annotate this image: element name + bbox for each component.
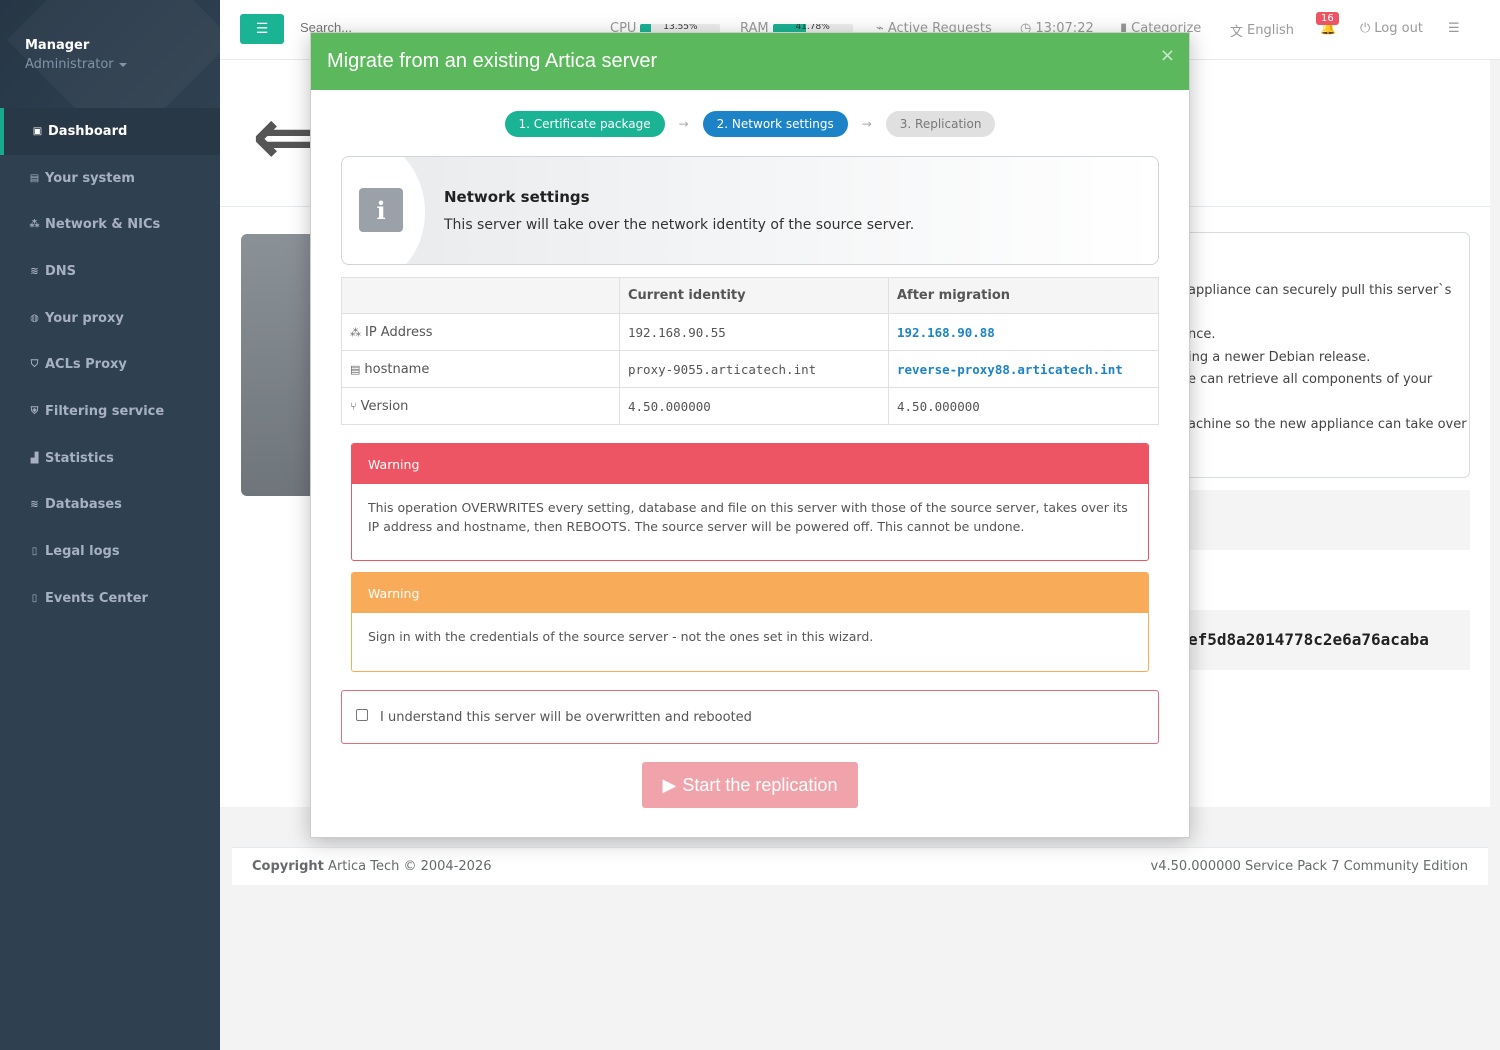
danger-warning: Warning This operation OVERWRITES every … xyxy=(351,443,1149,561)
step-network-settings[interactable]: 2. Network settings xyxy=(702,111,848,137)
profile-block: Manager Administrator xyxy=(0,0,220,108)
caret-down-icon xyxy=(118,62,127,67)
after-value: reverse-proxy88.articatech.int xyxy=(888,350,1159,388)
globe-icon: ◍ xyxy=(30,312,39,324)
table-row: ⑂ Version 4.50.000000 4.50.000000 xyxy=(341,387,1159,425)
current-value: 192.168.90.55 xyxy=(619,313,889,351)
arrow-right-icon: → xyxy=(678,117,689,131)
wizard-steps: 1. Certificate package → 2. Network sett… xyxy=(311,111,1189,137)
dashboard-icon: ▣ xyxy=(32,125,43,137)
table-header-row: Current identity After migration xyxy=(341,277,1159,314)
column-header xyxy=(341,277,620,314)
database-icon: ≋ xyxy=(30,499,39,511)
translate-icon: 文 xyxy=(1230,25,1244,40)
branch-icon: ⑂ xyxy=(350,399,357,413)
chart-icon: ▟ xyxy=(30,452,39,464)
background-strip xyxy=(1160,490,1470,550)
sidebar-item-databases[interactable]: ≋ Databases xyxy=(0,482,220,529)
after-value: 4.50.000000 xyxy=(888,387,1159,425)
network-icon: ⁂ xyxy=(29,219,40,231)
confirm-box: I understand this server will be overwri… xyxy=(341,690,1159,744)
migration-modal: Migrate from an existing Artica server ×… xyxy=(310,32,1190,838)
file-lock-icon: ▯ xyxy=(31,546,38,558)
modal-header: Migrate from an existing Artica server xyxy=(311,33,1189,90)
info-icon: i xyxy=(359,188,403,232)
warning-title: Warning xyxy=(352,573,1148,613)
step-certificate-package[interactable]: 1. Certificate package xyxy=(504,111,665,137)
footer: Copyright Artica Tech © 2004-2026 v4.50.… xyxy=(232,847,1488,885)
sidebar: Manager Administrator ▣ Dashboard ▤ Your s… xyxy=(0,0,220,1050)
power-icon: ⏻ xyxy=(1360,21,1371,36)
sidebar-item-filtering[interactable]: ⛨ Filtering service xyxy=(0,388,220,435)
current-value: proxy-9055.articatech.int xyxy=(619,350,889,388)
sidebar-item-your-proxy[interactable]: ◍ Your proxy xyxy=(0,295,220,342)
row-label: ▤ hostname xyxy=(341,350,620,388)
play-icon: ▶ xyxy=(662,774,677,795)
file-icon: ▯ xyxy=(31,592,38,604)
start-replication-button[interactable]: ▶ Start the replication xyxy=(642,762,858,808)
server-icon: ▤ xyxy=(350,362,361,376)
hash-value: ef5d8a2014778c2e6a76acaba xyxy=(1188,630,1429,649)
user-role-dropdown[interactable]: Administrator xyxy=(25,57,127,72)
task-list-button[interactable]: ☰ xyxy=(1448,21,1460,36)
current-value: 4.50.000000 xyxy=(619,387,889,425)
hash-strip: ef5d8a2014778c2e6a76acaba xyxy=(1160,610,1470,670)
hamburger-icon: ☰ xyxy=(255,21,269,37)
sidebar-item-dns[interactable]: ≋ DNS xyxy=(0,248,220,295)
background-text: appliance can securely pull this server`… xyxy=(1188,283,1452,298)
network-settings-card: i Network settings This server will take… xyxy=(341,156,1159,265)
list-check-icon: ☰ xyxy=(1448,21,1460,36)
sidebar-item-legal-logs[interactable]: ▯ Legal logs xyxy=(0,528,220,575)
language-selector[interactable]: 文 English xyxy=(1230,21,1294,40)
background-text: achine so the new appliance can take ove… xyxy=(1188,417,1467,432)
notifications-badge: 16 xyxy=(1316,12,1339,25)
table-row: ▤ hostname proxy-9055.articatech.int reve… xyxy=(341,350,1159,388)
shield-check-icon: ⛨ xyxy=(30,405,39,417)
column-header: Current identity xyxy=(619,277,889,314)
step-replication: 3. Replication xyxy=(885,111,996,137)
table-row: ⁂ IP Address 192.168.90.55 192.168.90.88 xyxy=(341,313,1159,351)
card-title: Network settings xyxy=(444,188,590,206)
confirm-checkbox[interactable] xyxy=(356,709,368,721)
sidebar-item-dashboard[interactable]: ▣ Dashboard xyxy=(0,108,220,155)
sidebar-item-statistics[interactable]: ▟ Statistics xyxy=(0,435,220,482)
row-label: ⑂ Version xyxy=(341,387,620,425)
confirm-label[interactable]: I understand this server will be overwri… xyxy=(380,710,752,725)
sidebar-item-network[interactable]: ⁂ Network & NICs xyxy=(0,201,220,248)
server-icon: ▤ xyxy=(29,172,40,184)
credentials-warning: Warning Sign in with the credentials of … xyxy=(351,572,1149,672)
logout-link[interactable]: ⏻ Log out xyxy=(1360,21,1423,36)
version-text: v4.50.000000 Service Pack 7 Community Ed… xyxy=(1150,859,1469,874)
copyright: Copyright Artica Tech © 2004-2026 xyxy=(252,859,492,874)
modal-title: Migrate from an existing Artica server xyxy=(327,50,658,72)
identity-table: Current identity After migration ⁂ IP Add… xyxy=(341,277,1159,425)
background-text: nce. xyxy=(1188,327,1216,342)
shield-icon: ⛉ xyxy=(30,359,39,371)
card-text: This server will take over the network i… xyxy=(444,217,915,233)
warning-text: This operation OVERWRITES every setting,… xyxy=(352,484,1148,550)
menu-toggle-button[interactable]: ☰ xyxy=(240,14,284,44)
row-label: ⁂ IP Address xyxy=(341,313,620,351)
database-icon: ≋ xyxy=(30,265,39,277)
after-value: 192.168.90.88 xyxy=(888,313,1159,351)
user-name: Manager xyxy=(25,38,90,53)
network-icon: ⁂ xyxy=(350,325,361,339)
arrow-right-icon: → xyxy=(861,117,872,131)
warning-title: Warning xyxy=(352,444,1148,484)
close-icon[interactable]: × xyxy=(1160,45,1175,66)
column-header: After migration xyxy=(888,277,1159,314)
sidebar-item-events-center[interactable]: ▯ Events Center xyxy=(0,575,220,622)
sidebar-item-acls-proxy[interactable]: ⛉ ACLs Proxy xyxy=(0,341,220,388)
warning-text: Sign in with the credentials of the sour… xyxy=(352,613,1148,660)
background-text: e can retrieve all components of your xyxy=(1188,372,1433,387)
background-text: ing a newer Debian release. xyxy=(1188,350,1371,365)
sidebar-nav: ▣ Dashboard ▤ Your system ⁂ Network & NICs … xyxy=(0,108,220,622)
sidebar-item-your-system[interactable]: ▤ Your system xyxy=(0,155,220,202)
